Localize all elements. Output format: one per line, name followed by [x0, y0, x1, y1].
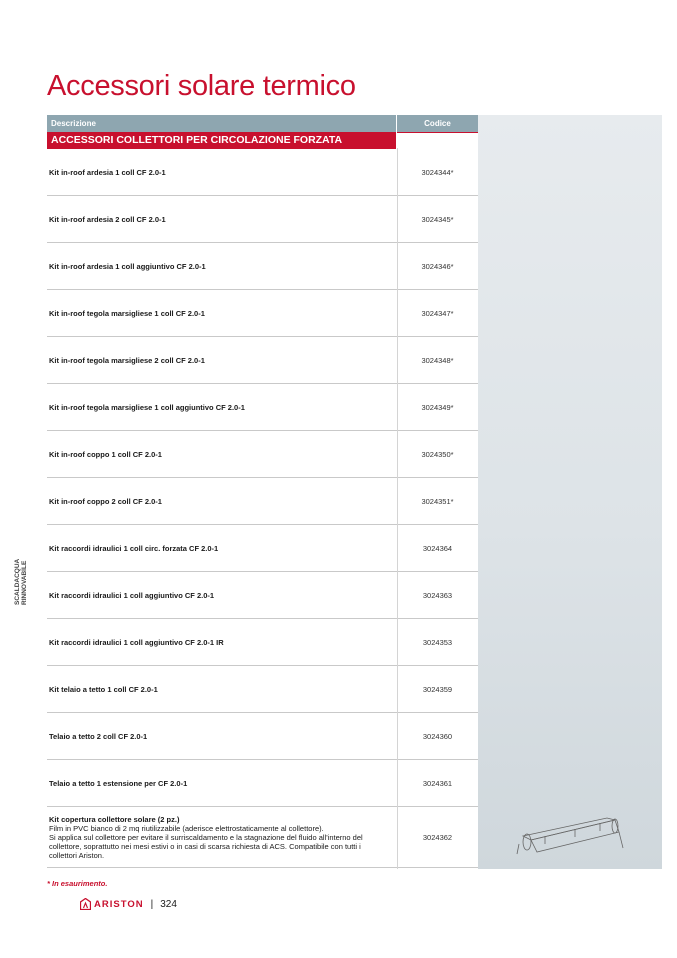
row-code: 3024361: [422, 778, 453, 788]
row-detail: Si applica sul collettore per evitare il…: [49, 832, 363, 842]
row-description: Kit in-roof ardesia 1 coll CF 2.0-1: [49, 167, 166, 177]
section-title: ACCESSORI COLLETTORI PER CIRCOLAZIONE FO…: [47, 132, 397, 149]
row-description: Kit in-roof tegola marsigliese 2 coll CF…: [49, 355, 205, 365]
footer-separator: |: [150, 898, 154, 910]
row-description: Kit copertura collettore solare (2 pz.) …: [47, 815, 397, 860]
row-detail: Film in PVC bianco di 2 mq riutilizzabil…: [49, 823, 324, 833]
page-number: 324: [160, 898, 177, 910]
row-description: Kit in-roof tegola marsigliese 1 coll ag…: [49, 402, 245, 412]
table-row: Telaio a tetto 1 estensione per CF 2.0-1…: [47, 760, 478, 807]
row-description: Kit in-roof coppo 1 coll CF 2.0-1: [49, 449, 162, 459]
row-description: Kit telaio a tetto 1 coll CF 2.0-1: [49, 684, 158, 694]
row-code: 3024351*: [421, 496, 454, 506]
table-row: Kit in-roof coppo 2 coll CF 2.0-1 3024351…: [47, 478, 478, 525]
table-row: Kit raccordi idraulici 1 coll aggiuntivo…: [47, 619, 478, 666]
sidebar-label: SCALDACQUA RINNOVABILE: [14, 558, 28, 605]
row-description: Kit in-roof ardesia 1 coll aggiuntivo CF…: [49, 261, 206, 271]
table-row: Kit raccordi idraulici 1 coll circ. forz…: [47, 525, 478, 572]
row-description: Kit raccordi idraulici 1 coll aggiuntivo…: [49, 637, 224, 647]
product-table: Descrizione Codice ACCESSORI COLLETTORI …: [47, 115, 478, 868]
row-code: 3024347*: [421, 308, 454, 318]
row-code: 3024350*: [421, 449, 454, 459]
row-code: 3024362: [422, 832, 453, 842]
row-code: 3024344*: [421, 167, 454, 177]
row-detail: collettori Ariston.: [49, 850, 105, 860]
header-description: Descrizione: [47, 115, 397, 132]
row-description: Kit in-roof tegola marsigliese 1 coll CF…: [49, 308, 205, 318]
table-row: Kit raccordi idraulici 1 coll aggiuntivo…: [47, 572, 478, 619]
table-row: Kit in-roof ardesia 2 coll CF 2.0-1 30243…: [47, 196, 478, 243]
row-code: 3024345*: [421, 214, 454, 224]
table-row: Telaio a tetto 2 coll CF 2.0-1 3024360: [47, 713, 478, 760]
table-row: Kit in-roof tegola marsigliese 1 coll CF…: [47, 290, 478, 337]
table-row: Kit telaio a tetto 1 coll CF 2.0-1 302435…: [47, 666, 478, 713]
row-code: 3024349*: [421, 402, 454, 412]
page-title: Accessori solare termico: [47, 70, 356, 102]
row-code: 3024363: [422, 590, 453, 600]
row-description: Kit in-roof coppo 2 coll CF 2.0-1: [49, 496, 162, 506]
row-detail: collettore, soprattutto nei mesi estivi …: [49, 841, 361, 851]
row-description: Telaio a tetto 1 estensione per CF 2.0-1: [49, 778, 188, 788]
row-code: 3024353: [422, 637, 453, 647]
row-code: 3024360: [422, 731, 453, 741]
column-divider: [397, 148, 398, 869]
row-description: Kit in-roof ardesia 2 coll CF 2.0-1: [49, 214, 166, 224]
table-row: Kit in-roof tegola marsigliese 2 coll CF…: [47, 337, 478, 384]
row-description: Kit raccordi idraulici 1 coll circ. forz…: [49, 543, 219, 553]
product-image-panel: [478, 115, 662, 869]
row-name: Kit copertura collettore solare (2 pz.): [49, 814, 180, 824]
footnote: * In esaurimento.: [47, 879, 108, 888]
footer: ARISTON | 324: [80, 898, 177, 910]
table-row: Kit in-roof ardesia 1 coll CF 2.0-1 30243…: [47, 149, 478, 196]
row-code: 3024346*: [421, 261, 454, 271]
section-header: ACCESSORI COLLETTORI PER CIRCOLAZIONE FO…: [47, 132, 478, 149]
row-code: 3024364: [422, 543, 453, 553]
table-row: Kit copertura collettore solare (2 pz.) …: [47, 807, 478, 868]
table-row: Kit in-roof coppo 1 coll CF 2.0-1 3024350…: [47, 431, 478, 478]
ariston-logo-icon: [80, 898, 91, 910]
table-row: Kit in-roof tegola marsigliese 1 coll ag…: [47, 384, 478, 431]
row-code: 3024348*: [421, 355, 454, 365]
table-row: Kit in-roof ardesia 1 coll aggiuntivo CF…: [47, 243, 478, 290]
brand-name: ARISTON: [94, 898, 144, 910]
collector-cover-image: [516, 817, 624, 855]
row-code: 3024359: [422, 684, 453, 694]
table-header: Descrizione Codice: [47, 115, 478, 132]
row-description: Kit raccordi idraulici 1 coll aggiuntivo…: [49, 590, 215, 600]
header-code: Codice: [424, 119, 451, 128]
row-description: Telaio a tetto 2 coll CF 2.0-1: [49, 731, 148, 741]
